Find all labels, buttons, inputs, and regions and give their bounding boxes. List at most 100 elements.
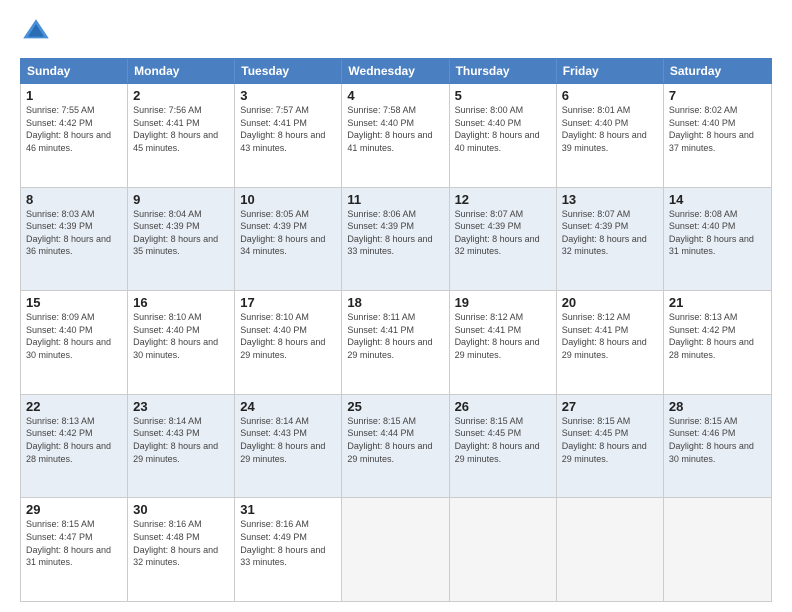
- day-number: 23: [133, 399, 229, 414]
- day-number: 2: [133, 88, 229, 103]
- calendar-cell: 15 Sunrise: 8:09 AMSunset: 4:40 PMDaylig…: [21, 291, 128, 394]
- day-number: 22: [26, 399, 122, 414]
- day-header: Tuesday: [235, 59, 342, 83]
- day-number: 9: [133, 192, 229, 207]
- cell-info: Sunrise: 7:58 AMSunset: 4:40 PMDaylight:…: [347, 105, 432, 153]
- cell-info: Sunrise: 8:14 AMSunset: 4:43 PMDaylight:…: [240, 416, 325, 464]
- calendar-cell: 24 Sunrise: 8:14 AMSunset: 4:43 PMDaylig…: [235, 395, 342, 498]
- cell-info: Sunrise: 8:03 AMSunset: 4:39 PMDaylight:…: [26, 209, 111, 257]
- day-header: Saturday: [664, 59, 771, 83]
- day-number: 6: [562, 88, 658, 103]
- cell-info: Sunrise: 8:15 AMSunset: 4:46 PMDaylight:…: [669, 416, 754, 464]
- calendar-cell: 30 Sunrise: 8:16 AMSunset: 4:48 PMDaylig…: [128, 498, 235, 601]
- cell-info: Sunrise: 8:09 AMSunset: 4:40 PMDaylight:…: [26, 312, 111, 360]
- calendar-cell: 17 Sunrise: 8:10 AMSunset: 4:40 PMDaylig…: [235, 291, 342, 394]
- day-number: 8: [26, 192, 122, 207]
- day-number: 20: [562, 295, 658, 310]
- calendar-cell: 7 Sunrise: 8:02 AMSunset: 4:40 PMDayligh…: [664, 84, 771, 187]
- day-number: 13: [562, 192, 658, 207]
- calendar-cell: 11 Sunrise: 8:06 AMSunset: 4:39 PMDaylig…: [342, 188, 449, 291]
- calendar-cell: 29 Sunrise: 8:15 AMSunset: 4:47 PMDaylig…: [21, 498, 128, 601]
- cell-info: Sunrise: 8:06 AMSunset: 4:39 PMDaylight:…: [347, 209, 432, 257]
- calendar-cell: [342, 498, 449, 601]
- cell-info: Sunrise: 8:14 AMSunset: 4:43 PMDaylight:…: [133, 416, 218, 464]
- day-number: 14: [669, 192, 766, 207]
- cell-info: Sunrise: 8:15 AMSunset: 4:47 PMDaylight:…: [26, 519, 111, 567]
- day-number: 19: [455, 295, 551, 310]
- calendar-cell: 27 Sunrise: 8:15 AMSunset: 4:45 PMDaylig…: [557, 395, 664, 498]
- calendar-header: SundayMondayTuesdayWednesdayThursdayFrid…: [20, 58, 772, 84]
- calendar-cell: 19 Sunrise: 8:12 AMSunset: 4:41 PMDaylig…: [450, 291, 557, 394]
- calendar-cell: 28 Sunrise: 8:15 AMSunset: 4:46 PMDaylig…: [664, 395, 771, 498]
- cell-info: Sunrise: 8:07 AMSunset: 4:39 PMDaylight:…: [455, 209, 540, 257]
- calendar-cell: 13 Sunrise: 8:07 AMSunset: 4:39 PMDaylig…: [557, 188, 664, 291]
- day-number: 1: [26, 88, 122, 103]
- cell-info: Sunrise: 8:12 AMSunset: 4:41 PMDaylight:…: [455, 312, 540, 360]
- cell-info: Sunrise: 8:13 AMSunset: 4:42 PMDaylight:…: [26, 416, 111, 464]
- calendar-row: 8 Sunrise: 8:03 AMSunset: 4:39 PMDayligh…: [21, 188, 771, 292]
- calendar-cell: 22 Sunrise: 8:13 AMSunset: 4:42 PMDaylig…: [21, 395, 128, 498]
- cell-info: Sunrise: 8:02 AMSunset: 4:40 PMDaylight:…: [669, 105, 754, 153]
- logo: [20, 16, 56, 48]
- calendar-row: 15 Sunrise: 8:09 AMSunset: 4:40 PMDaylig…: [21, 291, 771, 395]
- cell-info: Sunrise: 8:08 AMSunset: 4:40 PMDaylight:…: [669, 209, 754, 257]
- calendar-cell: 26 Sunrise: 8:15 AMSunset: 4:45 PMDaylig…: [450, 395, 557, 498]
- calendar-cell: 12 Sunrise: 8:07 AMSunset: 4:39 PMDaylig…: [450, 188, 557, 291]
- day-number: 7: [669, 88, 766, 103]
- day-number: 5: [455, 88, 551, 103]
- day-number: 27: [562, 399, 658, 414]
- calendar-cell: [450, 498, 557, 601]
- calendar-cell: 2 Sunrise: 7:56 AMSunset: 4:41 PMDayligh…: [128, 84, 235, 187]
- cell-info: Sunrise: 8:15 AMSunset: 4:44 PMDaylight:…: [347, 416, 432, 464]
- cell-info: Sunrise: 8:16 AMSunset: 4:49 PMDaylight:…: [240, 519, 325, 567]
- day-number: 15: [26, 295, 122, 310]
- day-number: 25: [347, 399, 443, 414]
- calendar-cell: 8 Sunrise: 8:03 AMSunset: 4:39 PMDayligh…: [21, 188, 128, 291]
- logo-icon: [20, 16, 52, 48]
- page: SundayMondayTuesdayWednesdayThursdayFrid…: [0, 0, 792, 612]
- day-number: 4: [347, 88, 443, 103]
- calendar-cell: 31 Sunrise: 8:16 AMSunset: 4:49 PMDaylig…: [235, 498, 342, 601]
- day-header: Friday: [557, 59, 664, 83]
- day-number: 26: [455, 399, 551, 414]
- cell-info: Sunrise: 8:01 AMSunset: 4:40 PMDaylight:…: [562, 105, 647, 153]
- cell-info: Sunrise: 8:15 AMSunset: 4:45 PMDaylight:…: [455, 416, 540, 464]
- calendar: SundayMondayTuesdayWednesdayThursdayFrid…: [20, 58, 772, 602]
- day-number: 16: [133, 295, 229, 310]
- calendar-cell: 14 Sunrise: 8:08 AMSunset: 4:40 PMDaylig…: [664, 188, 771, 291]
- cell-info: Sunrise: 8:10 AMSunset: 4:40 PMDaylight:…: [240, 312, 325, 360]
- cell-info: Sunrise: 8:07 AMSunset: 4:39 PMDaylight:…: [562, 209, 647, 257]
- day-number: 17: [240, 295, 336, 310]
- day-header: Wednesday: [342, 59, 449, 83]
- day-header: Sunday: [21, 59, 128, 83]
- calendar-cell: 5 Sunrise: 8:00 AMSunset: 4:40 PMDayligh…: [450, 84, 557, 187]
- day-number: 24: [240, 399, 336, 414]
- calendar-cell: 25 Sunrise: 8:15 AMSunset: 4:44 PMDaylig…: [342, 395, 449, 498]
- day-number: 29: [26, 502, 122, 517]
- cell-info: Sunrise: 8:04 AMSunset: 4:39 PMDaylight:…: [133, 209, 218, 257]
- day-number: 12: [455, 192, 551, 207]
- cell-info: Sunrise: 8:13 AMSunset: 4:42 PMDaylight:…: [669, 312, 754, 360]
- calendar-cell: 10 Sunrise: 8:05 AMSunset: 4:39 PMDaylig…: [235, 188, 342, 291]
- cell-info: Sunrise: 8:10 AMSunset: 4:40 PMDaylight:…: [133, 312, 218, 360]
- cell-info: Sunrise: 7:56 AMSunset: 4:41 PMDaylight:…: [133, 105, 218, 153]
- cell-info: Sunrise: 7:55 AMSunset: 4:42 PMDaylight:…: [26, 105, 111, 153]
- calendar-cell: 1 Sunrise: 7:55 AMSunset: 4:42 PMDayligh…: [21, 84, 128, 187]
- day-header: Monday: [128, 59, 235, 83]
- cell-info: Sunrise: 8:16 AMSunset: 4:48 PMDaylight:…: [133, 519, 218, 567]
- calendar-body: 1 Sunrise: 7:55 AMSunset: 4:42 PMDayligh…: [20, 84, 772, 602]
- cell-info: Sunrise: 7:57 AMSunset: 4:41 PMDaylight:…: [240, 105, 325, 153]
- calendar-cell: 16 Sunrise: 8:10 AMSunset: 4:40 PMDaylig…: [128, 291, 235, 394]
- day-number: 11: [347, 192, 443, 207]
- cell-info: Sunrise: 8:11 AMSunset: 4:41 PMDaylight:…: [347, 312, 432, 360]
- day-number: 10: [240, 192, 336, 207]
- header: [20, 16, 772, 48]
- calendar-cell: 21 Sunrise: 8:13 AMSunset: 4:42 PMDaylig…: [664, 291, 771, 394]
- calendar-row: 29 Sunrise: 8:15 AMSunset: 4:47 PMDaylig…: [21, 498, 771, 601]
- calendar-row: 22 Sunrise: 8:13 AMSunset: 4:42 PMDaylig…: [21, 395, 771, 499]
- cell-info: Sunrise: 8:00 AMSunset: 4:40 PMDaylight:…: [455, 105, 540, 153]
- day-number: 21: [669, 295, 766, 310]
- calendar-cell: 23 Sunrise: 8:14 AMSunset: 4:43 PMDaylig…: [128, 395, 235, 498]
- calendar-row: 1 Sunrise: 7:55 AMSunset: 4:42 PMDayligh…: [21, 84, 771, 188]
- calendar-cell: 3 Sunrise: 7:57 AMSunset: 4:41 PMDayligh…: [235, 84, 342, 187]
